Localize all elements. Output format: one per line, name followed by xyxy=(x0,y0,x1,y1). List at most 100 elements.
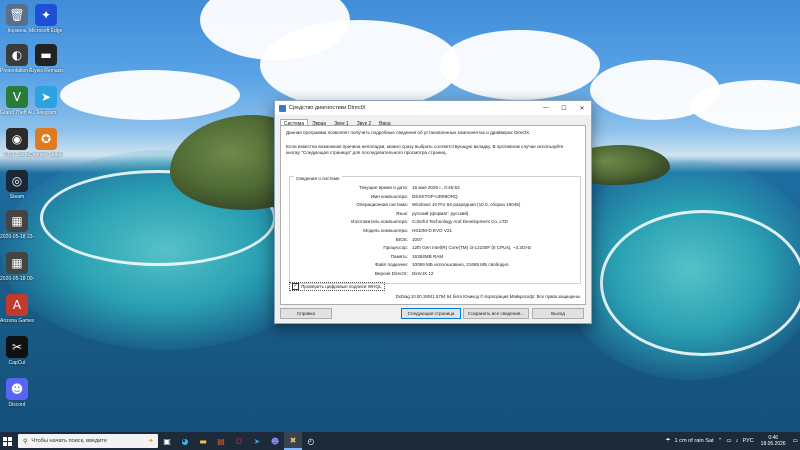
desktop-icon-image: ☻ xyxy=(6,378,28,400)
desktop-icon-label: Steam xyxy=(9,194,25,200)
discord-taskbar-icon[interactable]: ☻ xyxy=(266,432,284,450)
system-info-key: Версия DirectX: xyxy=(374,271,408,276)
system-info-value: Colorful Technology And Development Co.,… xyxy=(412,219,508,225)
system-info-group: Сведения о системе Текущие время и дата:… xyxy=(289,176,581,284)
desktop-icon[interactable]: ▦ 2026-05-18 00-17-43 xyxy=(0,252,34,282)
system-info-key: Изготовитель компьютера: xyxy=(351,219,408,225)
system-info-row: Текущие время и дата: 18 мая 2026 г., 0:4… xyxy=(290,185,580,193)
telegram-taskbar-icon[interactable]: ➤ xyxy=(248,432,266,450)
notifications-icon[interactable]: ▭ xyxy=(793,438,798,444)
copyright-text: DxDiag 10.00.19041.5794 64 бита Юникод ©… xyxy=(395,294,581,299)
desktop-icon-label: Counter-Strike 2 xyxy=(29,152,63,158)
system-info-key: Файл подкачки: xyxy=(374,262,408,268)
desktop-icon[interactable]: ▦ 2026-05-18 23-02-32 xyxy=(0,210,34,240)
window-title: Средство диагностики DirectX xyxy=(289,105,366,111)
tray-overflow-icon[interactable]: ⌃ xyxy=(718,438,723,444)
taskbar: ⚲ Чтобы начать поиск, введите ✦ ▣ ◕ ▬ ▤ … xyxy=(0,432,800,450)
desktop-icon-image: ✦ xyxy=(35,4,57,26)
checkbox-box[interactable]: ✓ xyxy=(292,283,299,290)
desktop-icon-label: Crysis Remastered xyxy=(29,68,63,74)
system-info-key: BIOS: xyxy=(395,236,408,242)
dxdiag-window: Средство диагностики DirectX — ☐ ✕ Систе… xyxy=(274,100,592,324)
system-info-value: 18 мая 2026 г., 0:45:52 xyxy=(412,185,460,190)
desktop-icon[interactable]: ✦ Microsoft Edge IV xyxy=(29,4,63,34)
file-explorer-icon[interactable]: ▬ xyxy=(194,432,212,450)
system-info-row: Файл подкачки: 10059 МБ использовано, 216… xyxy=(290,262,580,270)
system-info-value: 10059 МБ использовано, 21685 МБ свободно xyxy=(412,262,509,268)
cloud xyxy=(440,30,600,100)
system-info-key: Модель компьютера: xyxy=(363,228,408,233)
desktop-icon[interactable]: ☻ Discord xyxy=(0,378,34,408)
desktop-icon-label: Discord xyxy=(8,402,26,408)
cloud xyxy=(260,20,460,110)
task-view-icon[interactable]: ▣ xyxy=(158,432,176,450)
app-taskbar-icon[interactable]: ◴ xyxy=(302,432,320,450)
network-icon[interactable]: ▭ xyxy=(726,438,731,444)
reef-line xyxy=(600,210,800,356)
desktop-icon-label: 2026-05-18 23-02-32 xyxy=(0,234,34,240)
system-info-row: Операционная система: Windows 10 Pro 64-р… xyxy=(290,202,580,210)
system-info-value: DirectX 12 xyxy=(412,271,434,276)
system-info-key: Память: xyxy=(390,253,408,259)
system-tray: ☂ 1 cm of rain Sat ⌃ ▭ ♪ РУС 0:46 18.05.… xyxy=(663,432,800,450)
opera-icon[interactable]: O xyxy=(230,432,248,450)
intro-text-1: Данная программа позволяет получить подр… xyxy=(286,130,531,135)
directx-app-icon xyxy=(279,104,286,112)
desktop-icon-label: Arizona Games xyxy=(0,318,34,324)
minimize-button[interactable]: — xyxy=(537,101,555,115)
desktop-icon-label: Telegram xyxy=(35,110,57,116)
maximize-button[interactable]: ☐ xyxy=(555,101,573,115)
system-info-value: 1007 xyxy=(412,236,423,242)
store-icon[interactable]: ▤ xyxy=(212,432,230,450)
desktop-icon-image: ◐ xyxy=(6,44,28,66)
exit-button[interactable]: Выход xyxy=(532,308,584,319)
search-icon: ⚲ xyxy=(23,438,28,445)
desktop-icon-label: Microsoft Edge IV xyxy=(29,28,63,34)
next-page-button[interactable]: Следующая страница xyxy=(401,308,461,319)
weather-icon[interactable]: ☂ xyxy=(665,438,670,444)
whql-checkbox[interactable]: ✓ Проверить цифровые подписи WHQL xyxy=(289,282,385,291)
language-indicator[interactable]: РУС xyxy=(742,438,753,444)
save-all-button[interactable]: Сохранить все сведения... xyxy=(463,308,529,319)
system-info-value: Windows 10 Pro 64-разрядная (10.0, сборк… xyxy=(412,202,521,208)
desktop-icon[interactable]: ➤ Telegram xyxy=(29,86,63,116)
desktop-icon-label: 2026-05-18 00-17-43 xyxy=(0,276,34,282)
desktop-icon[interactable]: ✂ CapCut xyxy=(0,336,34,366)
start-button[interactable] xyxy=(0,432,14,450)
volume-icon[interactable]: ♪ xyxy=(736,438,739,444)
dxdiag-taskbar-icon[interactable]: ✖ xyxy=(284,432,302,450)
system-info-row: Процессор: 12th Gen Intel(R) Core(TM) i3-… xyxy=(290,245,580,253)
desktop-icon-image: 🗑 xyxy=(6,4,28,26)
desktop-icon[interactable]: ◎ Steam xyxy=(0,170,34,200)
edge-icon[interactable]: ◕ xyxy=(176,432,194,450)
desktop-icon-image: ➤ xyxy=(35,86,57,108)
system-info-value: 16384MB RAM xyxy=(412,253,444,259)
system-info-row: Модель компьютера: H610M-D EVO V21 xyxy=(290,228,580,236)
weather-text[interactable]: 1 cm of rain Sat xyxy=(675,438,714,444)
checkbox-label: Проверить цифровые подписи WHQL xyxy=(301,284,382,289)
search-placeholder: Чтобы начать поиск, введите xyxy=(31,438,108,444)
system-info-row: Имя компьютера: DESKTOP-UR99ORQ xyxy=(290,194,580,202)
system-info-row: Версия DirectX: DirectX 12 xyxy=(290,271,580,279)
desktop-icon-label: CapCut xyxy=(8,360,26,366)
system-info-value: 12th Gen Intel(R) Core(TM) i3-12100F (8 … xyxy=(412,245,532,251)
system-info-key: Текущие время и дата: xyxy=(359,185,408,190)
desktop-icon-image: ✪ xyxy=(35,128,57,150)
system-info-row: BIOS: 1007 xyxy=(290,237,580,245)
desktop-icon-image: A xyxy=(6,294,28,316)
system-info-value: DESKTOP-UR99ORQ xyxy=(412,193,458,199)
clock[interactable]: 0:46 18.05.2026 xyxy=(761,435,786,447)
close-button[interactable]: ✕ xyxy=(573,101,591,115)
title-bar[interactable]: Средство диагностики DirectX — ☐ ✕ xyxy=(275,101,591,115)
search-highlight-icon: ✦ xyxy=(148,438,154,445)
system-info-row: Память: 16384MB RAM xyxy=(290,254,580,262)
system-info-key: Имя компьютера: xyxy=(370,193,408,199)
desktop-icon[interactable]: ▬ Crysis Remastered xyxy=(29,44,63,74)
help-button[interactable]: Справка xyxy=(280,308,332,319)
desktop-icon-image: ✂ xyxy=(6,336,28,358)
desktop-icon[interactable]: ✪ Counter-Strike 2 xyxy=(29,128,63,158)
taskbar-search-box[interactable]: ⚲ Чтобы начать поиск, введите ✦ xyxy=(18,434,158,448)
system-info-key: Процессор: xyxy=(383,245,408,251)
desktop-icon[interactable]: A Arizona Games xyxy=(0,294,34,324)
desktop-icon-image: ▬ xyxy=(35,44,57,66)
